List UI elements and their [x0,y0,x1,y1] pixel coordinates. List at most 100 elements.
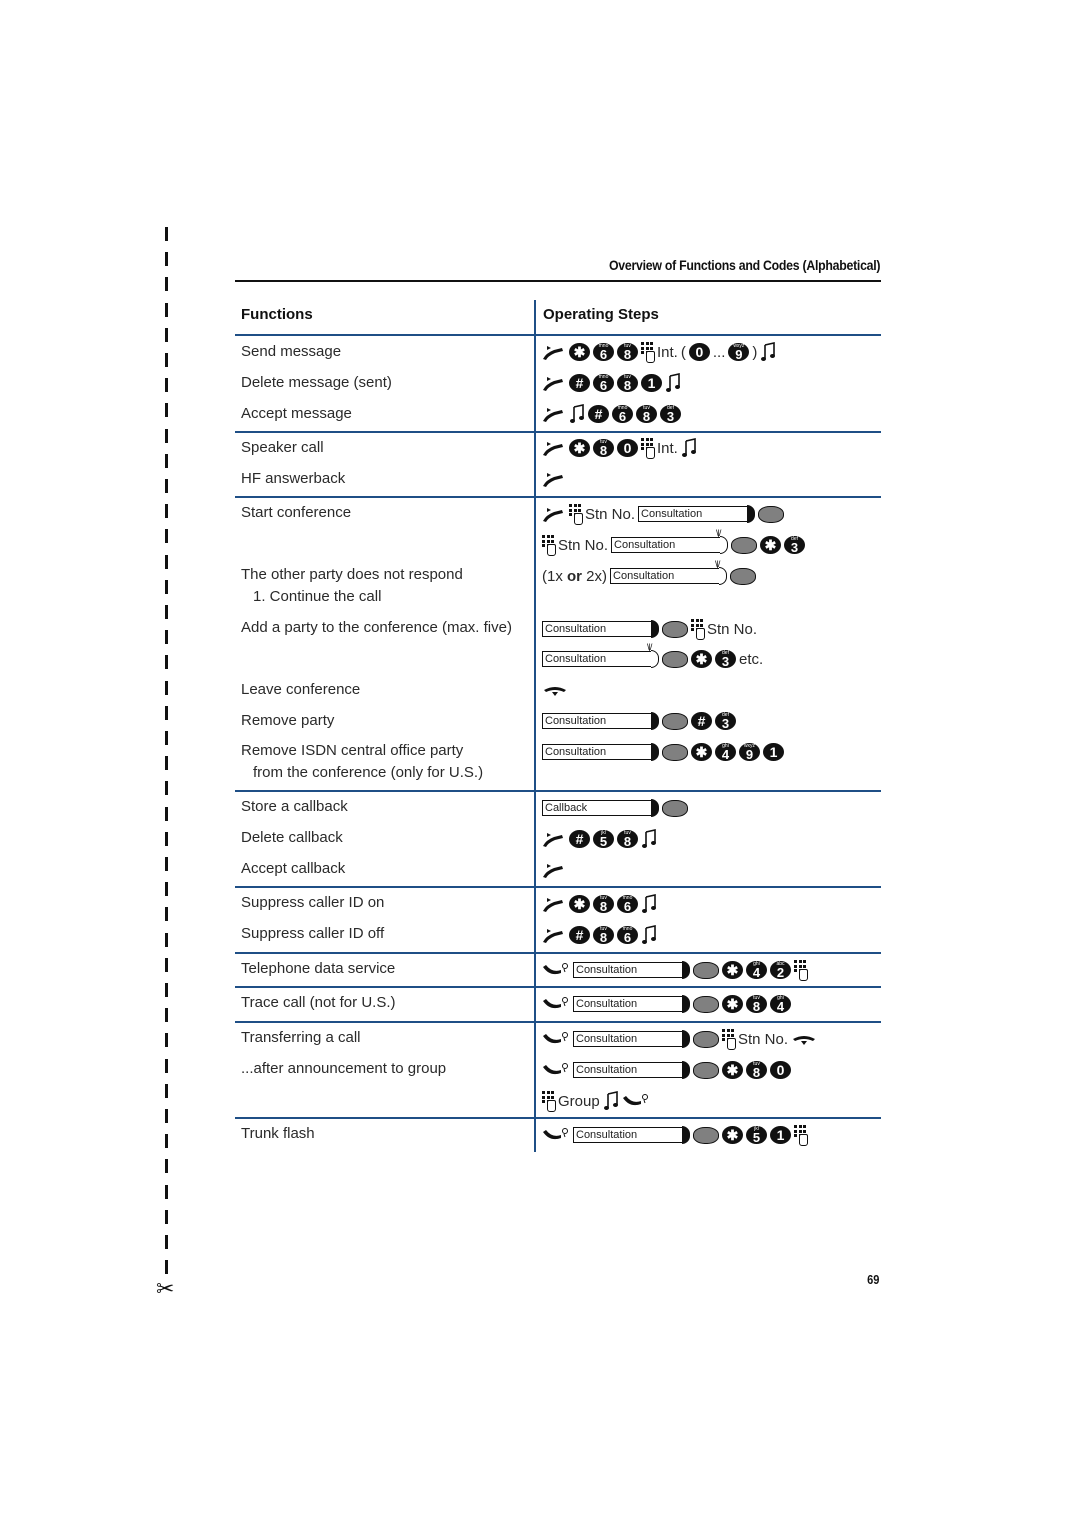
key-0[interactable]: 0 [688,343,710,361]
operating-steps: Consultation ✱ tuv 8 ghi 4 [542,992,791,1016]
function-label: Accept message [241,405,352,422]
key-star[interactable]: ✱ [722,961,743,979]
key-0[interactable]: 0 [770,1061,791,1079]
key-hash[interactable]: # [569,926,590,944]
key-9[interactable]: wxyz 9 [739,743,760,761]
key-6[interactable]: mno 6 [593,374,614,392]
keypad-icon [569,504,583,525]
cut-line-dash [165,1109,168,1123]
key-3[interactable]: def 3 [660,405,681,423]
key-5[interactable]: jkl 5 [593,830,614,848]
key-8[interactable]: tuv 8 [593,895,614,913]
key-star[interactable]: ✱ [691,650,712,668]
key-4[interactable]: ghi 4 [746,961,767,979]
key-star[interactable]: ✱ [760,536,782,554]
key-hash[interactable]: # [691,712,712,730]
display-key[interactable]: Consultation [573,961,719,979]
key-6[interactable]: mno 6 [593,343,614,361]
function-label: Trace call (not for U.S.) [241,994,396,1011]
key-1[interactable]: 1 [641,374,662,392]
keypad-icon [794,960,808,981]
step-text: ... [712,343,726,361]
menu-knob[interactable] [758,505,785,523]
cut-line-dash [165,403,168,418]
key-8[interactable]: tuv 8 [617,343,638,361]
key-6[interactable]: mno 6 [617,926,638,944]
menu-knob[interactable] [662,620,688,638]
menu-knob[interactable] [662,712,688,730]
key-star[interactable]: ✱ [691,743,712,761]
display-label: Consultation [573,962,683,978]
key-3[interactable]: def 3 [715,650,736,668]
key-hash[interactable]: # [569,830,590,848]
key-star[interactable]: ✱ [569,439,590,457]
display-key[interactable]: Consultation [573,1061,719,1079]
key-star[interactable]: ✱ [569,895,590,913]
key-star[interactable]: ✱ [722,1126,743,1144]
key-0[interactable]: 0 [617,439,638,457]
key-8[interactable]: tuv 8 [593,926,614,944]
call-active-icon [542,1030,570,1048]
operating-steps: Callback [542,796,688,820]
key-2[interactable]: abc 2 [770,961,791,979]
menu-knob[interactable] [662,650,688,668]
key-1[interactable]: 1 [770,1126,791,1144]
key-8[interactable]: tuv 8 [746,995,767,1013]
key-3[interactable]: def 3 [784,536,806,554]
key-star[interactable]: ✱ [722,995,743,1013]
key-hash[interactable]: # [588,405,609,423]
display-key-blinking[interactable]: Consultation \|/ [542,642,688,668]
display-key[interactable]: Consultation [542,743,688,761]
scissors-icon: ✂ [156,1276,175,1301]
key-6[interactable]: mno 6 [612,405,633,423]
display-key-blinking[interactable]: Consultation \|/ [610,559,757,585]
key-8[interactable]: tuv 8 [636,405,657,423]
menu-knob[interactable] [662,743,688,761]
tone-icon [665,373,681,393]
menu-knob[interactable] [693,1030,719,1048]
operating-steps: Consultation ✱ tuv 8 0 [542,1058,791,1082]
lift-handset-icon [542,505,566,523]
menu-knob[interactable] [730,567,757,585]
led-indicator [747,505,756,523]
key-9[interactable]: wxyz 9 [728,343,750,361]
menu-knob[interactable] [693,961,719,979]
operating-steps: Stn No. Consultation \|/✱ def 3 [542,528,806,557]
step-text: ( [680,343,686,361]
operating-steps: # mno 6 tuv 8 def 3 [542,402,681,426]
key-1[interactable]: 1 [763,743,784,761]
menu-knob[interactable] [662,799,688,817]
key-5[interactable]: jkl 5 [746,1126,767,1144]
display-key-blinking[interactable]: Consultation \|/ [611,528,758,554]
display-key[interactable]: Consultation [542,712,688,730]
key-4[interactable]: ghi 4 [715,743,736,761]
key-8[interactable]: tuv 8 [617,830,638,848]
key-3[interactable]: def 3 [715,712,736,730]
display-key[interactable]: Consultation [638,505,785,523]
display-key[interactable]: Callback [542,799,688,817]
cut-line-dash [165,605,168,619]
key-8[interactable]: tuv 8 [746,1061,767,1079]
cut-line [165,227,169,1277]
display-key[interactable]: Consultation [573,1126,719,1144]
key-4[interactable]: ghi 4 [770,995,791,1013]
function-label: Suppress caller ID on [241,894,385,911]
menu-knob[interactable] [693,1061,719,1079]
operating-steps: Consultation Stn No. [542,617,757,641]
menu-knob[interactable] [693,1126,719,1144]
menu-knob[interactable] [731,536,758,554]
key-8[interactable]: tuv 8 [617,374,638,392]
operating-steps: # jkl 5 tuv 8 [542,827,657,851]
key-6[interactable]: mno 6 [617,895,638,913]
display-key[interactable]: Consultation [573,1030,719,1048]
function-label: Delete callback [241,829,343,846]
key-star[interactable]: ✱ [722,1061,743,1079]
key-star[interactable]: ✱ [569,343,590,361]
display-key[interactable]: Consultation [573,995,719,1013]
key-hash[interactable]: # [569,374,590,392]
display-key[interactable]: Consultation [542,620,688,638]
menu-knob[interactable] [693,995,719,1013]
led-indicator [682,1126,690,1144]
lift-handset-icon [542,374,566,392]
key-8[interactable]: tuv 8 [593,439,614,457]
